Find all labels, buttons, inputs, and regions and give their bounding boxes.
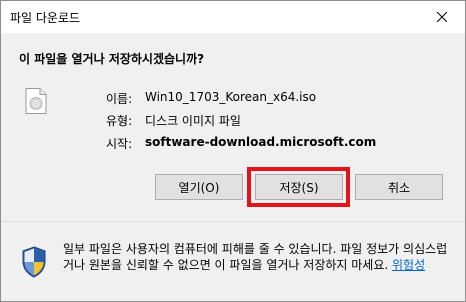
cancel-button[interactable]: 취소 (355, 174, 443, 200)
close-button[interactable] (419, 1, 465, 33)
save-highlight-box (247, 167, 350, 207)
dialog-body: 이 파일을 열거나 저장하시겠습니까? 이름: Win10_1703_Korea… (1, 33, 465, 221)
file-type-value: 디스크 이미지 파일 (145, 114, 241, 128)
title-bar[interactable]: 파일 다운로드 (1, 1, 465, 33)
risk-link[interactable]: 위험성 (392, 258, 425, 272)
name-label: 이름: (106, 92, 133, 106)
warning-text: 일부 파일은 사용자의 컴퓨터에 피해를 줄 수 있습니다. 파일 정보가 의심… (63, 242, 448, 272)
security-shield-icon (22, 246, 46, 278)
open-button[interactable]: 열기(O) (155, 174, 243, 200)
file-source-value: software-download.microsoft.com (145, 135, 377, 149)
from-label: 시작: (106, 137, 133, 151)
file-download-dialog: 파일 다운로드 이 파일을 열거나 저장하시겠습니까? 이름: Win10_17… (0, 0, 466, 302)
type-label: 유형: (106, 114, 133, 128)
window-title: 파일 다운로드 (10, 11, 81, 25)
close-icon (437, 12, 447, 22)
dialog-question: 이 파일을 열거나 저장하시겠습니까? (19, 52, 205, 66)
file-name-value: Win10_1703_Korean_x64.iso (145, 90, 317, 104)
warning-message: 일부 파일은 사용자의 컴퓨터에 피해를 줄 수 있습니다. 파일 정보가 의심… (63, 241, 455, 273)
disc-image-file-icon (25, 88, 47, 114)
warning-panel: 일부 파일은 사용자의 컴퓨터에 피해를 줄 수 있습니다. 파일 정보가 의심… (1, 222, 465, 301)
